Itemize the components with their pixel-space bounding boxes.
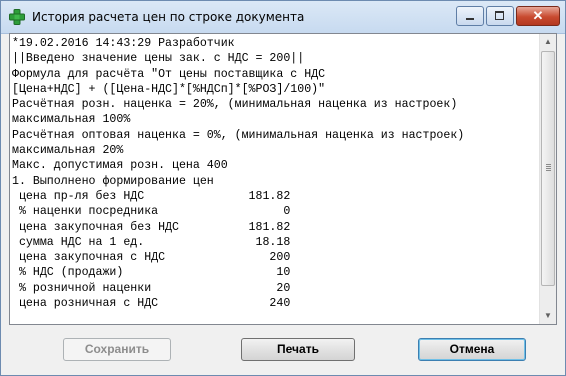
title-bar[interactable]: История расчета цен по строке документа … xyxy=(1,1,565,34)
log-line: цена розничная с НДС 240 xyxy=(12,297,291,311)
log-line: Макс. допустимая розн. цена 400 xyxy=(12,159,228,173)
scroll-down-icon[interactable]: ▼ xyxy=(540,308,556,324)
app-icon xyxy=(9,9,25,25)
grip-icon xyxy=(546,164,551,172)
log-line: максимальная 100% xyxy=(12,113,131,127)
vertical-scrollbar[interactable]: ▲ ▼ xyxy=(539,34,556,324)
log-line: % НДС (продажи) 10 xyxy=(12,266,291,280)
log-text: *19.02.2016 14:43:29 Разработчик ||Введен… xyxy=(12,36,540,322)
close-icon: ✕ xyxy=(532,8,544,23)
calculation-log[interactable]: *19.02.2016 14:43:29 Разработчик ||Введен… xyxy=(9,33,557,325)
log-line: % розничной наценки 20 xyxy=(12,281,291,295)
scrollbar-thumb[interactable] xyxy=(541,51,555,286)
log-line: *19.02.2016 14:43:29 Разработчик xyxy=(12,37,235,50)
window-title: История расчета цен по строке документа xyxy=(32,10,305,24)
log-line: максимальная 20% xyxy=(12,144,124,158)
window-controls: ✕ xyxy=(454,6,560,26)
price-history-window: История расчета цен по строке документа … xyxy=(0,0,566,376)
maximize-button[interactable] xyxy=(486,6,514,26)
scroll-up-icon[interactable]: ▲ xyxy=(540,34,556,50)
log-line: Формула для расчёта "От цены поставщика … xyxy=(12,67,326,81)
log-line: цена пр-ля без НДС 181.82 xyxy=(12,189,291,203)
log-line: Расчётная оптовая наценка = 0%, (минимал… xyxy=(12,128,465,142)
save-button[interactable]: Сохранить xyxy=(63,338,171,361)
log-line: ||Введено значение цены зак. с НДС = 200… xyxy=(12,52,305,66)
minimize-button[interactable] xyxy=(456,6,484,26)
log-line: 1. Выполнено формирование цен xyxy=(12,174,214,188)
log-line: цена закупочная без НДС 181.82 xyxy=(12,220,291,234)
print-button[interactable]: Печать xyxy=(241,338,355,361)
log-line: сумма НДС на 1 ед. 18.18 xyxy=(12,235,291,249)
close-button[interactable]: ✕ xyxy=(516,6,560,26)
cancel-button[interactable]: Отмена xyxy=(418,338,526,361)
log-line: % наценки посредника 0 xyxy=(12,205,291,219)
log-line: [Цена+НДС] + ([Цена-НДС]*[%НДСп]*[%РОЗ]/… xyxy=(12,82,326,96)
log-line: Расчётная розн. наценка = 20%, (минималь… xyxy=(12,98,458,112)
log-line: цена закупочная с НДС 200 xyxy=(12,251,291,265)
